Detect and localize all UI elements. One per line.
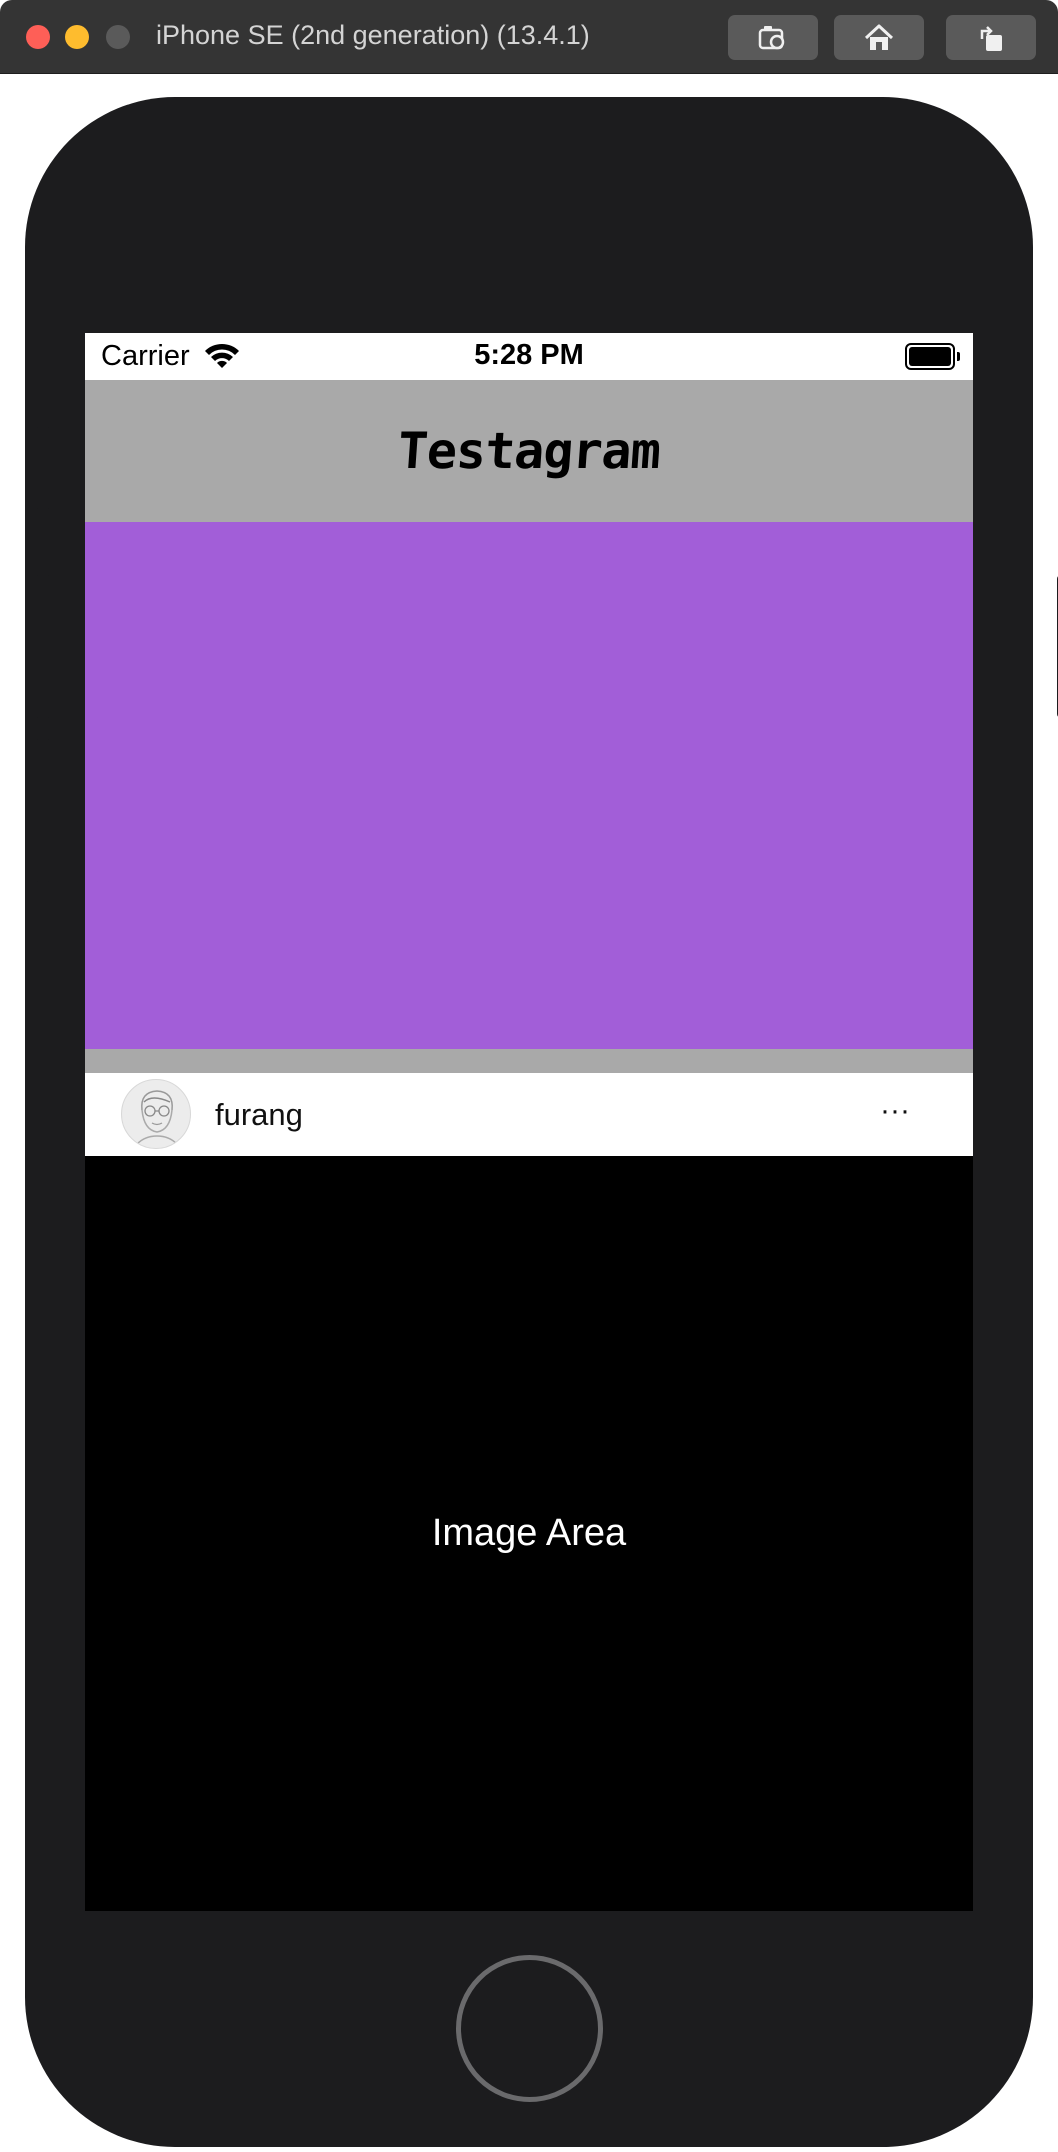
minimize-window-button[interactable] — [65, 25, 89, 49]
volume-down-button[interactable] — [35, 739, 51, 882]
home-icon — [864, 24, 894, 50]
more-options-button[interactable]: ··· — [875, 1091, 915, 1131]
screenshot-button[interactable] — [728, 15, 818, 60]
rotate-button[interactable] — [946, 15, 1036, 60]
volume-up-button[interactable] — [35, 575, 51, 718]
status-time: 5:28 PM — [474, 339, 584, 371]
device-home-button[interactable] — [456, 1955, 603, 2102]
home-toolbar-button[interactable] — [834, 15, 924, 60]
camera-icon — [758, 25, 785, 49]
post-header: furang ··· — [85, 1073, 973, 1156]
app-title: Testagram — [396, 422, 662, 480]
zoom-window-button[interactable] — [106, 25, 130, 49]
user-avatar[interactable] — [121, 1079, 191, 1149]
simulator-titlebar: iPhone SE (2nd generation) (13.4.1) — [0, 0, 1058, 74]
avatar-sketch-icon — [133, 1090, 181, 1148]
battery-icon — [905, 343, 960, 370]
post-image-area[interactable]: Image Area — [85, 1156, 973, 1911]
window-title: iPhone SE (2nd generation) (13.4.1) — [156, 20, 590, 50]
image-area-label: Image Area — [431, 1512, 627, 1554]
navigation-bar: Testagram — [85, 380, 973, 522]
status-bar: Carrier 5:28 PM — [85, 333, 973, 380]
close-window-button[interactable] — [26, 25, 50, 49]
mute-switch[interactable] — [35, 427, 51, 509]
device-screen: Carrier 5:28 PM Testagram furang ··· Ima… — [85, 333, 973, 1911]
rotate-icon — [980, 25, 1002, 51]
section-separator — [85, 1049, 973, 1073]
stories-area[interactable] — [85, 522, 973, 1049]
post-username[interactable]: furang — [215, 1097, 303, 1133]
